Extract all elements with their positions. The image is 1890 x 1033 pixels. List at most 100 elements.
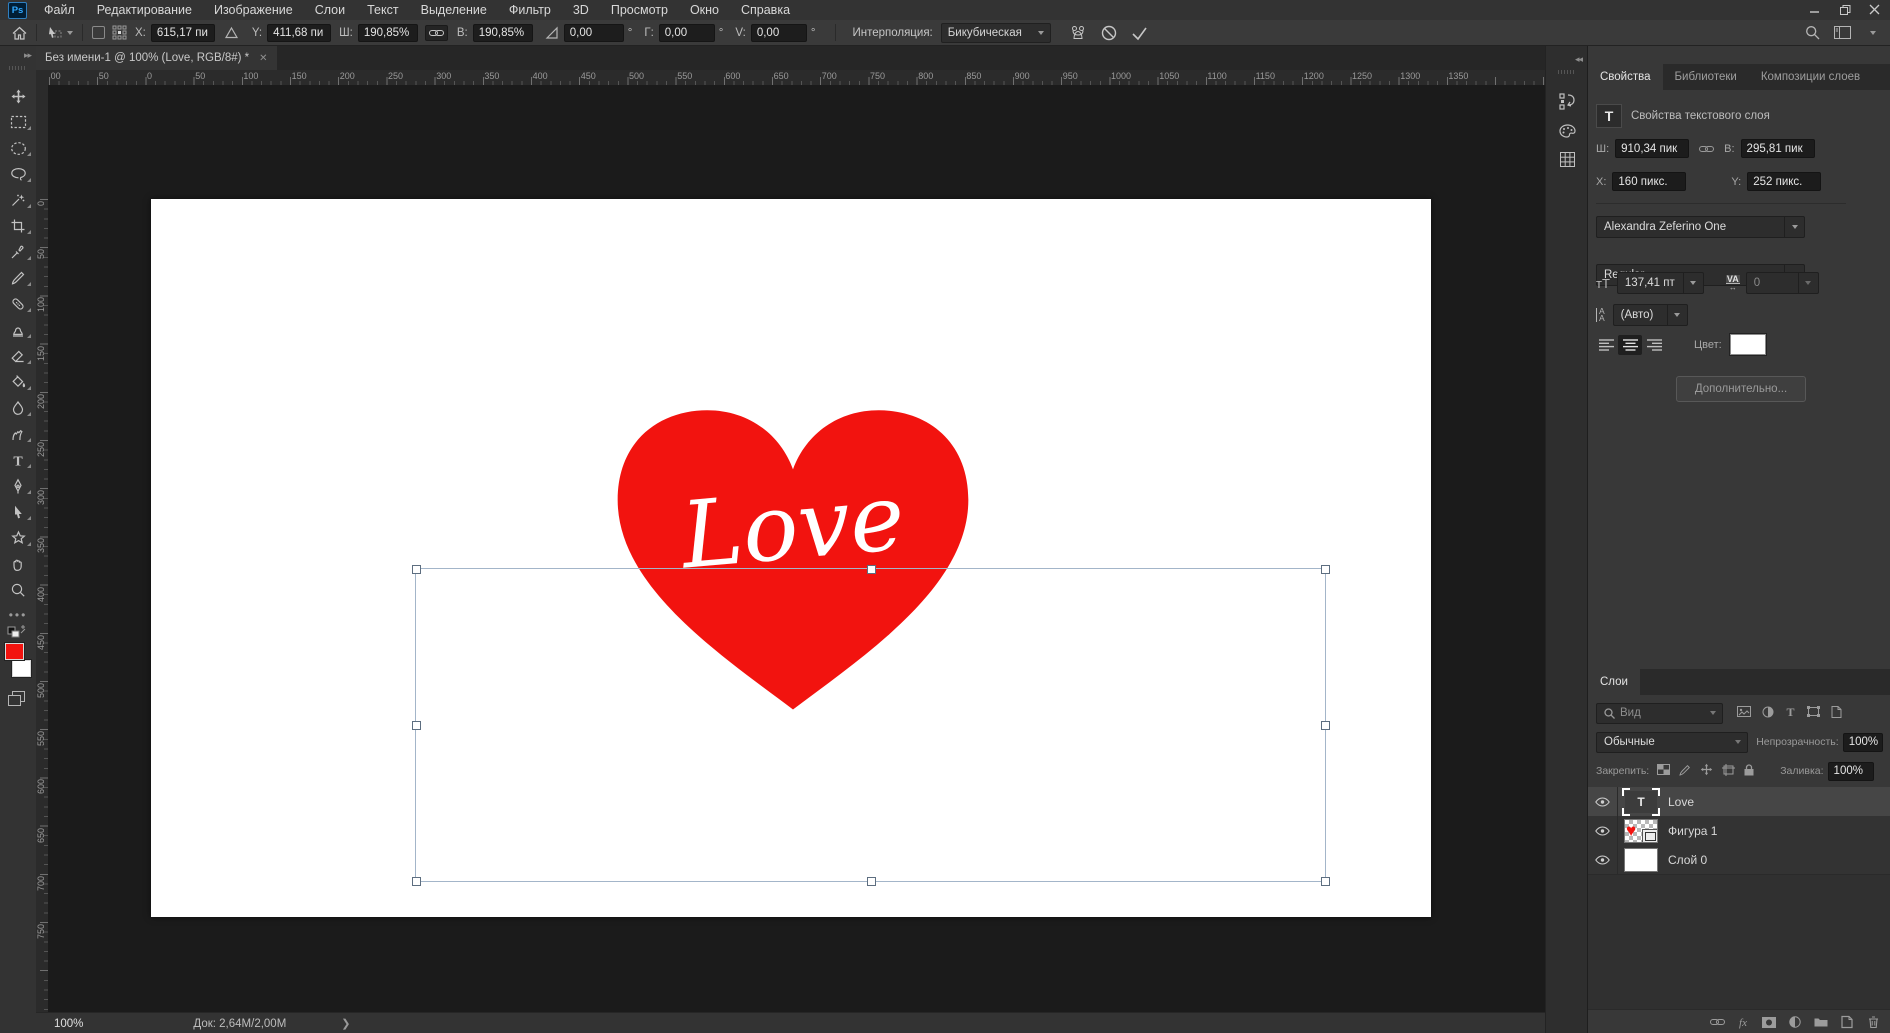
align-right-icon[interactable] bbox=[1642, 335, 1666, 355]
rotate-input[interactable]: 0,00 bbox=[564, 24, 624, 42]
y-input[interactable]: 411,68 пи bbox=[267, 24, 331, 42]
tab-libraries[interactable]: Библиотеки bbox=[1663, 64, 1749, 90]
menu-item-2[interactable]: Изображение bbox=[203, 1, 304, 19]
clone-stamp-tool[interactable] bbox=[0, 318, 36, 342]
blur-tool[interactable] bbox=[0, 396, 36, 420]
link-dimensions-icon[interactable] bbox=[1699, 144, 1714, 154]
pasteboard[interactable]: Love bbox=[48, 85, 1545, 1012]
layer-filter-select[interactable]: Вид bbox=[1596, 703, 1723, 724]
lock-all-icon[interactable] bbox=[1744, 764, 1754, 779]
magic-wand-tool[interactable] bbox=[0, 188, 36, 212]
layer-visibility-icon[interactable] bbox=[1588, 845, 1618, 874]
menu-item-5[interactable]: Выделение bbox=[410, 1, 498, 19]
zoom-level[interactable]: 100% bbox=[54, 1018, 83, 1030]
document-canvas[interactable]: Love bbox=[151, 199, 1431, 917]
eyedropper-tool[interactable] bbox=[0, 240, 36, 264]
relative-position-icon[interactable] bbox=[225, 27, 238, 39]
expand-toolbar-icon[interactable]: ▸▸ bbox=[24, 50, 31, 61]
toggle-reference-point-checkbox[interactable] bbox=[92, 26, 105, 39]
custom-shape-tool[interactable] bbox=[0, 526, 36, 550]
adjustment-layer-icon[interactable] bbox=[1787, 1014, 1803, 1030]
type-filter-icon[interactable]: T bbox=[1785, 706, 1796, 720]
skew-h-input[interactable]: 0,00 bbox=[659, 24, 715, 42]
tab-layer-comps[interactable]: Композиции слоев bbox=[1749, 64, 1872, 90]
transform-handle[interactable] bbox=[412, 877, 421, 886]
expand-panels-icon[interactable]: ◂◂ bbox=[1575, 54, 1582, 65]
reference-point-locator-icon[interactable] bbox=[112, 25, 127, 40]
chevron-down-icon[interactable] bbox=[67, 31, 73, 35]
grid-panel-icon[interactable] bbox=[1546, 146, 1588, 172]
elliptical-marquee-tool[interactable] bbox=[0, 136, 36, 160]
transform-handle[interactable] bbox=[1321, 877, 1330, 886]
align-left-icon[interactable] bbox=[1594, 335, 1618, 355]
pixel-filter-icon[interactable] bbox=[1737, 706, 1751, 720]
layer-row-фигура-1[interactable]: ♥Фигура 1 bbox=[1588, 816, 1890, 846]
adjustment-filter-icon[interactable] bbox=[1762, 706, 1774, 721]
crop-tool[interactable] bbox=[0, 214, 36, 238]
document-tab[interactable]: Без имени-1 @ 100% (Love, RGB/8#) * ✕ bbox=[36, 46, 277, 70]
restore-icon[interactable] bbox=[1830, 0, 1860, 20]
font-family-select[interactable]: Alexandra Zeferino One bbox=[1596, 216, 1805, 238]
layer-row-слой-0[interactable]: Слой 0 bbox=[1588, 845, 1890, 875]
menu-item-9[interactable]: Окно bbox=[679, 1, 730, 19]
close-tab-icon[interactable]: ✕ bbox=[259, 53, 267, 64]
status-chevron-icon[interactable]: ❯ bbox=[341, 1017, 350, 1030]
fill-input[interactable]: 100% bbox=[1828, 762, 1874, 781]
opacity-input[interactable]: 100% bbox=[1843, 733, 1883, 752]
layer-thumbnail[interactable]: T bbox=[1618, 791, 1664, 813]
transform-bounding-box[interactable] bbox=[415, 568, 1326, 882]
smudge-tool[interactable] bbox=[0, 422, 36, 446]
layer-name[interactable]: Love bbox=[1668, 795, 1694, 809]
layer-group-icon[interactable] bbox=[1813, 1014, 1829, 1030]
eraser-tool[interactable] bbox=[0, 344, 36, 368]
x-input[interactable]: 615,17 пи bbox=[151, 24, 215, 42]
pen-tool[interactable] bbox=[0, 474, 36, 498]
transform-handle[interactable] bbox=[1321, 565, 1330, 574]
default-colors-icon[interactable] bbox=[7, 623, 29, 637]
layer-name[interactable]: Слой 0 bbox=[1668, 853, 1707, 867]
brush-tool[interactable] bbox=[0, 266, 36, 290]
layer-row-love[interactable]: T Love bbox=[1588, 787, 1890, 817]
color-panel-icon[interactable] bbox=[1546, 118, 1588, 144]
prop-h-input[interactable]: 295,81 пик bbox=[1741, 139, 1815, 158]
tracking-select[interactable]: 0 bbox=[1746, 272, 1819, 294]
close-icon[interactable] bbox=[1860, 0, 1890, 20]
chevron-down-icon[interactable] bbox=[1870, 31, 1876, 35]
text-color-swatch[interactable] bbox=[1730, 334, 1766, 355]
leading-select[interactable]: (Авто) bbox=[1613, 304, 1688, 326]
new-layer-icon[interactable] bbox=[1839, 1014, 1855, 1030]
prop-x-input[interactable]: 160 пикс. bbox=[1612, 172, 1686, 191]
menu-item-8[interactable]: Просмотр bbox=[600, 1, 679, 19]
tab-layers[interactable]: Слои bbox=[1588, 669, 1640, 695]
skew-v-input[interactable]: 0,00 bbox=[751, 24, 807, 42]
smart-object-filter-icon[interactable] bbox=[1831, 706, 1842, 721]
transform-handle[interactable] bbox=[867, 877, 876, 886]
cancel-transform-icon[interactable] bbox=[1101, 25, 1117, 41]
delete-layer-icon[interactable] bbox=[1865, 1014, 1881, 1030]
screen-mode-icon[interactable] bbox=[8, 691, 28, 707]
foreground-color-swatch[interactable] bbox=[5, 643, 24, 660]
lock-artboard-icon[interactable] bbox=[1722, 764, 1735, 779]
warp-mode-icon[interactable] bbox=[1069, 25, 1087, 41]
menu-item-6[interactable]: Фильтр bbox=[498, 1, 562, 19]
layer-visibility-icon[interactable] bbox=[1588, 787, 1618, 816]
layer-effects-icon[interactable]: fx bbox=[1735, 1014, 1751, 1030]
workspace-icon[interactable] bbox=[1834, 26, 1851, 39]
strip-grip[interactable] bbox=[1558, 70, 1576, 74]
blend-mode-select[interactable]: Обычные bbox=[1596, 732, 1748, 753]
layer-thumbnail[interactable] bbox=[1618, 848, 1664, 872]
move-tool[interactable] bbox=[0, 84, 36, 108]
toolbar-grip[interactable] bbox=[9, 66, 27, 70]
history-panel-icon[interactable] bbox=[1546, 88, 1588, 114]
transform-handle[interactable] bbox=[412, 721, 421, 730]
layer-visibility-icon[interactable] bbox=[1588, 816, 1618, 845]
transform-handle[interactable] bbox=[867, 565, 876, 574]
prop-y-input[interactable]: 252 пикс. bbox=[1747, 172, 1821, 191]
home-icon[interactable] bbox=[12, 26, 27, 40]
menu-item-4[interactable]: Текст bbox=[356, 1, 409, 19]
background-color-swatch[interactable] bbox=[12, 660, 31, 677]
link-layers-icon[interactable] bbox=[1709, 1014, 1725, 1030]
type-tool[interactable]: T bbox=[0, 448, 36, 472]
layer-thumbnail[interactable]: ♥ bbox=[1618, 819, 1664, 843]
tab-properties[interactable]: Свойства bbox=[1588, 64, 1663, 90]
